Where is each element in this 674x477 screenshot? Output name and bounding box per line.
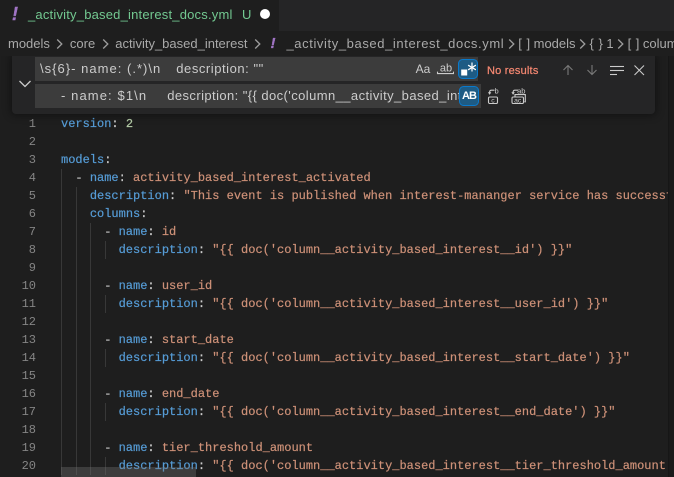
svg-text:ab: ab	[517, 88, 525, 95]
svg-text:c: c	[491, 97, 495, 104]
svg-text:ab: ab	[440, 63, 452, 75]
svg-text:b: b	[495, 88, 499, 95]
svg-text:ac: ac	[514, 97, 522, 104]
